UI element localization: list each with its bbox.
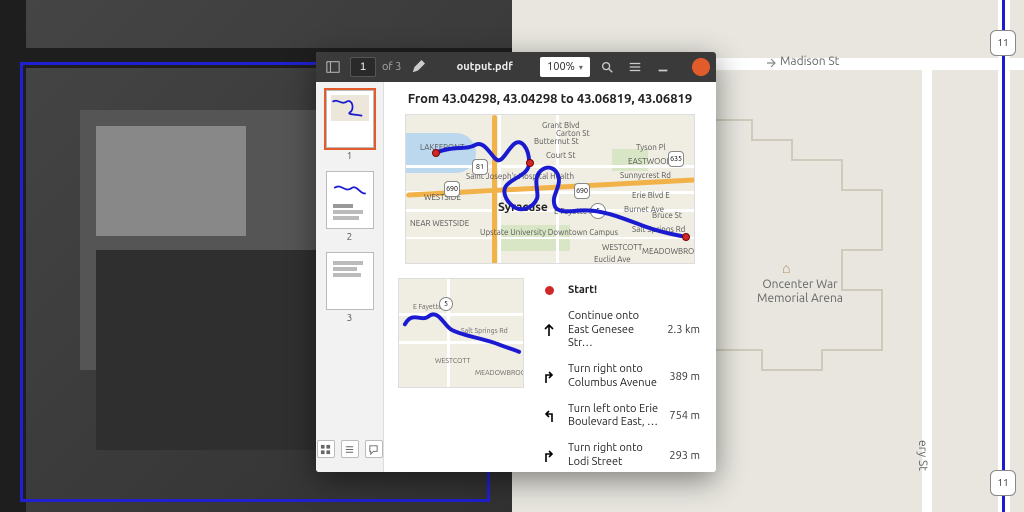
annotate-button[interactable] (407, 56, 429, 78)
route-shield-top: 11 (990, 30, 1016, 56)
direction-distance: 754 m (669, 410, 700, 422)
menu-button[interactable] (624, 56, 646, 78)
direction-text: Start! (568, 284, 690, 298)
search-button[interactable] (596, 56, 618, 78)
route-path (406, 115, 694, 264)
turn-right-icon (540, 370, 558, 384)
overview-map: LAKEFRONT NEAR WESTSIDE WESTSIDE EASTWOO… (405, 114, 695, 264)
turn-right-icon (540, 449, 558, 463)
direction-step: Start! (538, 278, 702, 304)
route-start-pin (432, 149, 440, 157)
zoom-value: 100% (547, 61, 575, 73)
thumbnail-page-1[interactable] (326, 90, 374, 148)
directions-list: Start! Continue onto East Genesee Str… 2… (538, 278, 702, 472)
direction-distance: 293 m (669, 450, 700, 462)
page-count-label: of 3 (382, 61, 401, 73)
direction-step: Continue onto East Genesee Str… 2.3 km (538, 304, 702, 357)
thumbnail-footer (316, 434, 384, 464)
direction-step: Turn right onto Lodi Street 293 m (538, 436, 702, 472)
direction-text: Turn right onto Columbus Avenue (568, 363, 659, 391)
thumbnail-label-3: 3 (326, 312, 374, 323)
direction-step: Turn right onto Columbus Avenue 389 m (538, 357, 702, 397)
start-icon (540, 286, 558, 295)
close-button[interactable] (692, 58, 710, 76)
street-label: Madison St (780, 55, 839, 68)
side-street-label: ery St (916, 440, 929, 471)
direction-step: Turn left onto Erie Boulevard East, … 75… (538, 397, 702, 437)
chevron-down-icon: ▾ (579, 63, 583, 72)
view-thumbnails-button[interactable] (317, 440, 335, 458)
document-title: output.pdf (435, 61, 534, 73)
page-number-input[interactable] (350, 57, 376, 77)
thumbnail-page-3[interactable] (326, 252, 374, 310)
thumbnail-label-2: 2 (326, 231, 374, 242)
route-title: From 43.04298, 43.04298 to 43.06819, 43.… (398, 92, 702, 106)
direction-text: Turn left onto Erie Boulevard East, … (568, 403, 659, 431)
pdf-toolbar: of 3 output.pdf 100% ▾ (316, 52, 716, 82)
continue-icon (540, 323, 558, 337)
thumbnail-label-1: 1 (326, 150, 374, 161)
direction-distance: 389 m (669, 371, 700, 383)
view-outline-button[interactable] (341, 440, 359, 458)
minimize-button[interactable] (652, 56, 674, 78)
direction-text: Continue onto East Genesee Str… (568, 310, 657, 351)
route-waypoint-pin (526, 159, 534, 167)
stage: Madison St 11 11 ery St ⌂ Oncenter War M… (0, 0, 1024, 512)
pdf-viewer-window: of 3 output.pdf 100% ▾ (316, 52, 716, 472)
thumbnail-sidebar: 1 2 (316, 82, 384, 472)
zoom-select[interactable]: 100% ▾ (540, 57, 590, 77)
turn-left-icon (540, 409, 558, 423)
route-end-pin (682, 233, 690, 241)
sidebar-toggle-button[interactable] (322, 56, 344, 78)
thumbnail-page-2[interactable] (326, 171, 374, 229)
direction-distance: 2.3 km (667, 324, 700, 336)
step-route-path (399, 279, 523, 387)
route-shield-bottom: 11 (990, 470, 1016, 496)
page-view[interactable]: From 43.04298, 43.04298 to 43.06819, 43.… (384, 82, 716, 472)
direction-text: Turn right onto Lodi Street (568, 442, 659, 470)
step-map: E Fayette St Salt Springs Rd WESTCOTT ME… (398, 278, 524, 388)
view-annotations-button[interactable] (365, 440, 383, 458)
